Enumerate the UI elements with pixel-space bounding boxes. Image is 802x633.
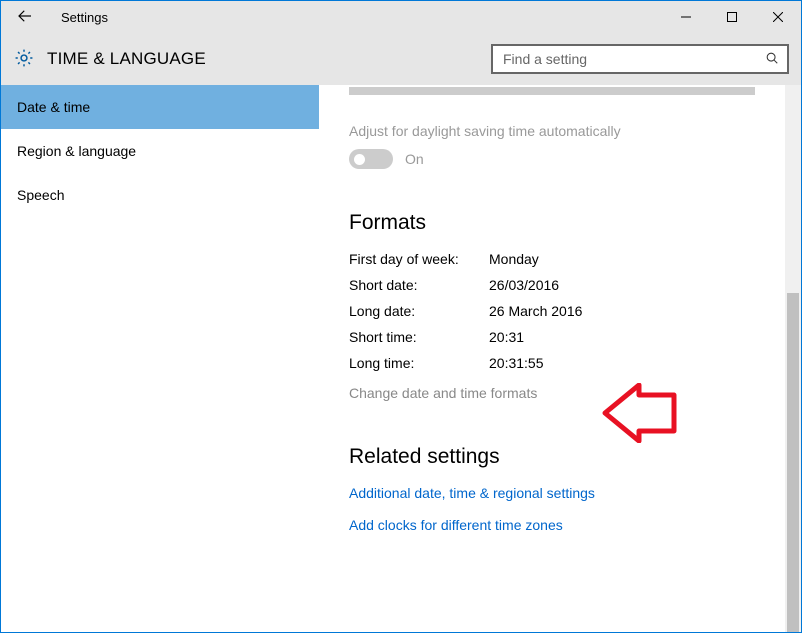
dst-toggle-state: On — [405, 151, 424, 167]
gear-icon — [13, 47, 35, 72]
sidebar-item-date-time[interactable]: Date & time — [1, 85, 319, 129]
titlebar-left: Settings — [1, 1, 108, 33]
search-icon — [765, 51, 779, 68]
close-icon — [773, 9, 783, 25]
scrollbar-thumb[interactable] — [787, 293, 799, 632]
format-row: Long time: 20:31:55 — [349, 355, 755, 371]
maximize-icon — [727, 9, 737, 25]
sidebar-item-label: Date & time — [17, 99, 90, 115]
minimize-button[interactable] — [663, 1, 709, 33]
format-label: First day of week: — [349, 251, 489, 267]
header: TIME & LANGUAGE — [1, 33, 801, 85]
vertical-scrollbar[interactable] — [785, 85, 801, 632]
content: Adjust for daylight saving time automati… — [319, 85, 785, 632]
app-title: Settings — [61, 10, 108, 25]
dst-label: Adjust for daylight saving time automati… — [349, 123, 755, 139]
content-top-cut — [349, 87, 755, 95]
related-heading: Related settings — [349, 445, 755, 469]
add-clocks-link[interactable]: Add clocks for different time zones — [349, 517, 755, 533]
search-box[interactable] — [491, 44, 789, 74]
back-arrow-icon — [16, 7, 34, 28]
back-button[interactable] — [1, 1, 49, 33]
format-value: 26/03/2016 — [489, 277, 559, 293]
format-row: Short time: 20:31 — [349, 329, 755, 345]
sidebar-item-label: Region & language — [17, 143, 136, 159]
header-left: TIME & LANGUAGE — [13, 47, 206, 72]
format-row: First day of week: Monday — [349, 251, 755, 267]
format-row: Long date: 26 March 2016 — [349, 303, 755, 319]
formats-heading: Formats — [349, 211, 755, 235]
content-wrap: Adjust for daylight saving time automati… — [319, 85, 801, 632]
sidebar-item-label: Speech — [17, 187, 64, 203]
format-value: 20:31:55 — [489, 355, 544, 371]
format-row: Short date: 26/03/2016 — [349, 277, 755, 293]
close-button[interactable] — [755, 1, 801, 33]
format-value: 26 March 2016 — [489, 303, 582, 319]
dst-toggle[interactable] — [349, 149, 393, 169]
format-label: Short time: — [349, 329, 489, 345]
change-formats-link[interactable]: Change date and time formats — [349, 385, 537, 401]
page-title: TIME & LANGUAGE — [47, 49, 206, 69]
titlebar: Settings — [1, 1, 801, 33]
sidebar: Date & time Region & language Speech — [1, 85, 319, 632]
format-label: Short date: — [349, 277, 489, 293]
sidebar-item-speech[interactable]: Speech — [1, 173, 319, 217]
sidebar-item-region-language[interactable]: Region & language — [1, 129, 319, 173]
minimize-icon — [681, 9, 691, 25]
format-value: 20:31 — [489, 329, 524, 345]
toggle-thumb — [354, 154, 365, 165]
settings-window: Settings — [0, 0, 802, 633]
format-value: Monday — [489, 251, 539, 267]
search-input[interactable] — [501, 50, 765, 68]
dst-toggle-row: On — [349, 149, 755, 169]
format-label: Long date: — [349, 303, 489, 319]
main: Date & time Region & language Speech Adj… — [1, 85, 801, 632]
maximize-button[interactable] — [709, 1, 755, 33]
format-label: Long time: — [349, 355, 489, 371]
additional-regional-settings-link[interactable]: Additional date, time & regional setting… — [349, 485, 755, 501]
window-controls — [663, 1, 801, 33]
